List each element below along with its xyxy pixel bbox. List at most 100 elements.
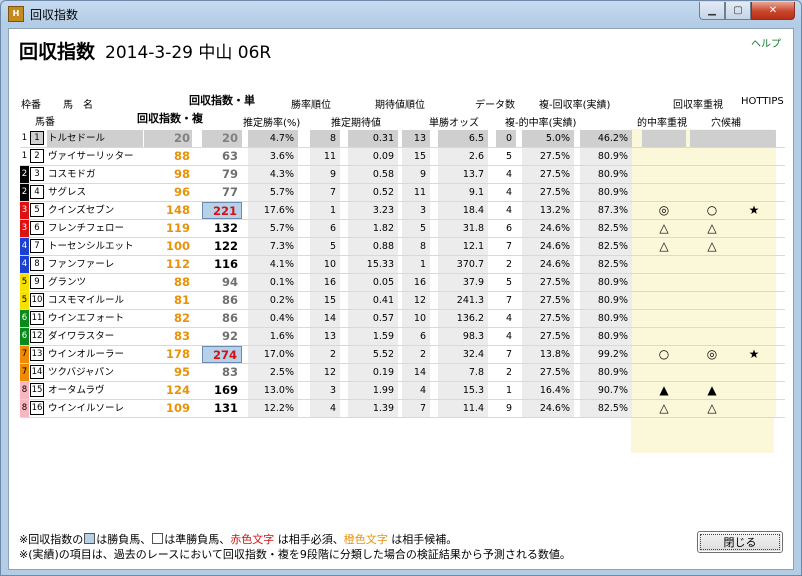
waku-cell: 1 bbox=[20, 130, 29, 147]
ri-tan-cell: 109 bbox=[165, 401, 190, 415]
table-row[interactable]: 7 14 ツクバジャパン 95 83 2.5% 12 0.19 14 7.8 2 27.5% 80.9% bbox=[20, 364, 785, 382]
wr-cell: 4.1% bbox=[248, 256, 298, 273]
ri-tan-cell: 124 bbox=[165, 383, 190, 397]
horse-name-cell: コスモドガ bbox=[48, 169, 96, 180]
ri-fuku-cell: 86 bbox=[221, 293, 238, 307]
m2-mark-cell bbox=[690, 130, 734, 147]
app-window: H 回収指数 ▁ ▢ ✕ 回収指数 2014-3-29 中山 06R ヘルプ 枠番… bbox=[0, 0, 802, 576]
evr-cell: 14 bbox=[402, 364, 430, 381]
dc-cell: 4 bbox=[505, 331, 512, 342]
wrk-cell: 16 bbox=[310, 274, 340, 291]
hit-cell: 24.6% bbox=[522, 238, 574, 255]
m1-mark-cell bbox=[642, 274, 686, 291]
window-controls: ▁ ▢ ✕ bbox=[699, 2, 795, 20]
footnote-line-1: ※回収指数の は勝負馬、 は準勝負馬、赤色文字 は相手必須、橙色文字 は相手候補。 bbox=[19, 531, 457, 547]
ev-cell: 0.19 bbox=[348, 364, 398, 381]
evr-cell: 10 bbox=[402, 310, 430, 327]
close-button[interactable]: 閉じる bbox=[697, 531, 783, 553]
footnote-1c: は準勝負馬、 bbox=[164, 533, 231, 546]
footnote-1a: ※回収指数の bbox=[19, 533, 84, 546]
table-row[interactable]: 3 6 フレンチフェロー 119 132 5.7% 6 1.82 5 31.8 6 24.6% 82.5… bbox=[20, 220, 785, 238]
window-title: 回収指数 bbox=[30, 8, 79, 22]
evr-cell: 12 bbox=[402, 292, 430, 309]
m3-mark-cell bbox=[732, 328, 776, 345]
footnote-1b: は勝負馬、 bbox=[96, 533, 152, 546]
m2-mark-cell: △ bbox=[690, 238, 734, 255]
waku-cell: 7 bbox=[20, 346, 29, 363]
umaban-cell: 5 bbox=[30, 203, 44, 217]
wr-cell: 0.1% bbox=[248, 274, 298, 291]
table-row[interactable]: 4 8 ファンファーレ 112 116 4.1% 10 15.33 1 370.7 2 24.6% 82… bbox=[20, 256, 785, 274]
m1-mark-cell: △ bbox=[642, 220, 686, 237]
ri-fuku-cell: 94 bbox=[221, 275, 238, 289]
evr-cell: 11 bbox=[402, 184, 430, 201]
table-row[interactable]: 1 2 ヴァイサーリッター 88 63 3.6% 11 0.09 15 2.6 5 27.5% 80.9… bbox=[20, 148, 785, 166]
m2-mark-cell bbox=[690, 310, 734, 327]
hit-cell: 5.0% bbox=[522, 130, 574, 147]
header-umaban: 馬番 bbox=[35, 117, 55, 128]
header-odds: 単勝オッズ bbox=[429, 118, 479, 129]
evr-cell: 8 bbox=[402, 238, 430, 255]
header-ana: 穴候補 bbox=[711, 118, 741, 129]
table-row[interactable]: 2 3 コスモドガ 98 79 4.3% 9 0.58 9 13.7 4 27.5% 80.9% bbox=[20, 166, 785, 184]
umaban-cell: 9 bbox=[30, 275, 44, 289]
odds-cell: 370.7 bbox=[438, 256, 488, 273]
wrk-cell: 6 bbox=[310, 220, 340, 237]
header-hottips: HOTTIPS bbox=[741, 96, 784, 107]
main-panel: 回収指数 2014-3-29 中山 06R ヘルプ 枠番 馬 名 馬番 回収指数・… bbox=[8, 28, 794, 570]
horse-name-cell: コスモマイルール bbox=[48, 295, 125, 306]
ret-cell: 90.7% bbox=[580, 382, 632, 399]
m3-mark-cell bbox=[732, 166, 776, 183]
table-row[interactable]: 8 15 オータムラヴ 124 169 13.0% 3 1.99 4 15.3 1 16.4% 90.7… bbox=[20, 382, 785, 400]
ri-tan-cell: 83 bbox=[173, 329, 190, 343]
hit-cell: 27.5% bbox=[522, 364, 574, 381]
table-row[interactable]: 5 10 コスモマイルール 81 86 0.2% 15 0.41 12 241.3 7 27.5% 80… bbox=[20, 292, 785, 310]
table-row[interactable]: 6 11 ウインエフォート 82 86 0.4% 14 0.57 10 136.2 4 27.5% 80… bbox=[20, 310, 785, 328]
minimize-button[interactable]: ▁ bbox=[699, 2, 725, 20]
odds-cell: 31.8 bbox=[438, 220, 488, 237]
m1-mark-cell bbox=[642, 184, 686, 201]
header-hit-focus: 的中率重視 bbox=[637, 118, 687, 129]
table-row[interactable]: 7 13 ウインオルーラー 178 274 17.0% 2 5.52 2 32.4 7 13.8% 99… bbox=[20, 346, 785, 364]
dc-cell: 4 bbox=[505, 187, 512, 198]
m3-mark-cell: ★ bbox=[732, 346, 776, 363]
ret-cell: 80.9% bbox=[580, 364, 632, 381]
m3-mark-cell bbox=[732, 184, 776, 201]
m3-mark-cell bbox=[732, 274, 776, 291]
waku-cell: 2 bbox=[20, 166, 29, 183]
maximize-button[interactable]: ▢ bbox=[725, 2, 751, 20]
ri-fuku-cell: 86 bbox=[221, 311, 238, 325]
m2-mark-cell bbox=[690, 184, 734, 201]
umaban-cell: 16 bbox=[30, 401, 44, 415]
evr-cell: 16 bbox=[402, 274, 430, 291]
dc-cell: 5 bbox=[505, 277, 512, 288]
table-row[interactable]: 1 1 トルセドール 20 20 4.7% 8 0.31 13 6.5 0 5.0% 46.2% bbox=[20, 130, 785, 148]
table-row[interactable]: 2 4 サグレス 96 77 5.7% 7 0.52 11 9.1 4 27.5% 80.9% bbox=[20, 184, 785, 202]
table-row[interactable]: 5 9 グランツ 88 94 0.1% 16 0.05 16 37.9 5 27.5% 80.9% bbox=[20, 274, 785, 292]
table-row[interactable]: 4 7 トーセンシルエット 100 122 7.3% 5 0.88 8 12.1 7 24.6% 82.… bbox=[20, 238, 785, 256]
umaban-cell: 15 bbox=[30, 383, 44, 397]
ri-fuku-cell: 63 bbox=[221, 149, 238, 163]
ev-cell: 0.41 bbox=[348, 292, 398, 309]
ret-cell: 80.9% bbox=[580, 292, 632, 309]
hit-cell: 13.8% bbox=[522, 346, 574, 363]
evr-cell: 5 bbox=[402, 220, 430, 237]
umaban-cell: 12 bbox=[30, 329, 44, 343]
table-row[interactable]: 8 16 ウインイルソーレ 109 131 12.2% 4 1.39 7 11.4 9 24.6% 82… bbox=[20, 400, 785, 418]
odds-cell: 15.3 bbox=[438, 382, 488, 399]
horse-name-cell: ウインイルソーレ bbox=[48, 403, 125, 414]
m1-mark-cell: △ bbox=[642, 238, 686, 255]
help-link[interactable]: ヘルプ bbox=[751, 35, 781, 50]
table-row[interactable]: 6 12 ダイワラスター 83 92 1.6% 13 1.59 6 98.3 4 27.5% 80.9% bbox=[20, 328, 785, 346]
m1-mark-cell: ○ bbox=[642, 346, 686, 363]
ret-cell: 80.9% bbox=[580, 274, 632, 291]
table-row[interactable]: 3 5 クインズセブン 148 221 17.6% 1 3.23 3 18.4 4 13.2% 87.3… bbox=[20, 202, 785, 220]
ev-cell: 0.58 bbox=[348, 166, 398, 183]
close-window-button[interactable]: ✕ bbox=[751, 2, 795, 20]
m2-mark-cell bbox=[690, 364, 734, 381]
m3-mark-cell bbox=[732, 148, 776, 165]
ri-tan-cell: 20 bbox=[144, 130, 192, 147]
m2-mark-cell bbox=[690, 148, 734, 165]
dc-cell: 2 bbox=[505, 367, 512, 378]
title-bar[interactable]: H 回収指数 ▁ ▢ ✕ bbox=[1, 1, 801, 27]
